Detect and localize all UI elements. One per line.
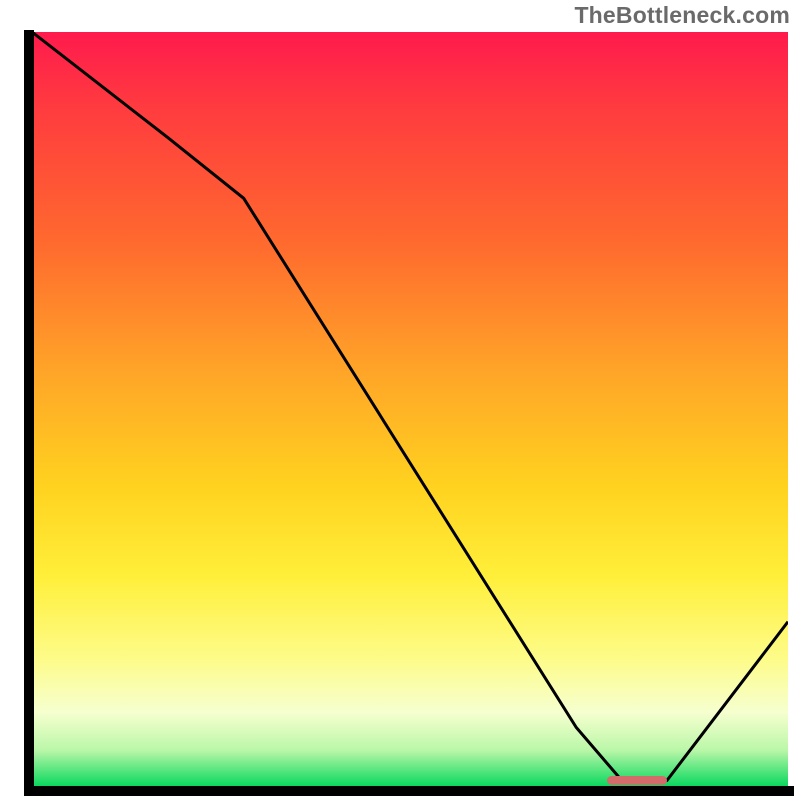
- y-axis: [24, 30, 34, 790]
- bottleneck-curve: [32, 32, 788, 788]
- curve-path: [32, 32, 788, 780]
- plot-area: [32, 32, 788, 788]
- optimal-range-marker: [607, 776, 667, 785]
- x-axis: [24, 786, 794, 796]
- bottleneck-chart: TheBottleneck.com: [0, 0, 800, 800]
- attribution-text: TheBottleneck.com: [574, 2, 790, 29]
